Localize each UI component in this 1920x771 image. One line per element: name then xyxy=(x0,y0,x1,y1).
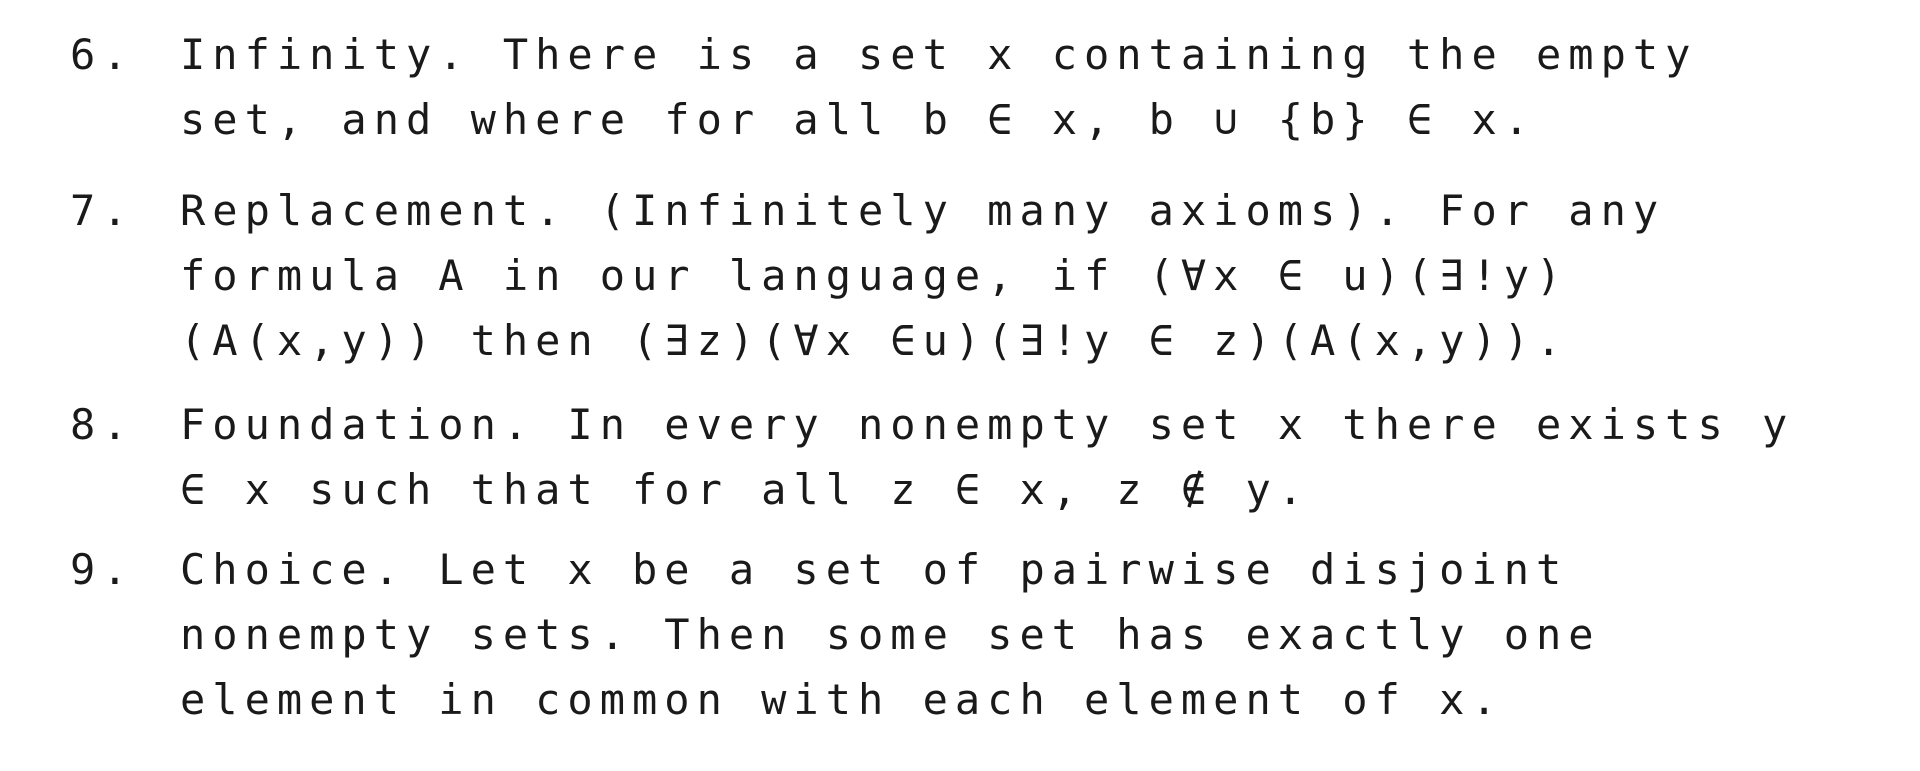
axiom-line: Infinity. There is a set x containing th… xyxy=(180,30,1698,79)
axiom-text: Infinity. There is a set x containing th… xyxy=(180,22,1697,152)
axiom-line: formula A in our language, if (∀x ∈ u)(∃… xyxy=(180,251,1569,300)
axiom-line: Choice. Let x be a set of pairwise disjo… xyxy=(180,545,1569,594)
axiom-text: Choice. Let x be a set of pairwise disjo… xyxy=(180,537,1601,732)
axiom-line: element in common with each element of x… xyxy=(180,675,1504,724)
axiom-line: (A(x,y)) then (∃z)(∀x ∈u)(∃!y ∈ z)(A(x,y… xyxy=(180,316,1569,365)
axiom-number: 9. xyxy=(70,545,135,594)
axiom-line: set, and where for all b ∈ x, b ∪ {b} ∈ … xyxy=(180,95,1537,144)
axiom-text: Replacement. (Infinitely many axioms). F… xyxy=(180,178,1665,373)
document-page: 6. Infinity. There is a set x containing… xyxy=(0,0,1920,771)
axiom-line: Foundation. In every nonempty set x ther… xyxy=(180,400,1795,449)
axiom-number: 8. xyxy=(70,400,135,449)
axiom-text: Foundation. In every nonempty set x ther… xyxy=(180,392,1794,522)
axiom-number: 7. xyxy=(70,186,135,235)
axiom-line: nonempty sets. Then some set has exactly… xyxy=(180,610,1601,659)
axiom-number: 6. xyxy=(70,30,135,79)
axiom-line: ∈ x such that for all z ∈ x, z ∉ y. xyxy=(180,465,1311,514)
axiom-line: Replacement. (Infinitely many axioms). F… xyxy=(180,186,1666,235)
